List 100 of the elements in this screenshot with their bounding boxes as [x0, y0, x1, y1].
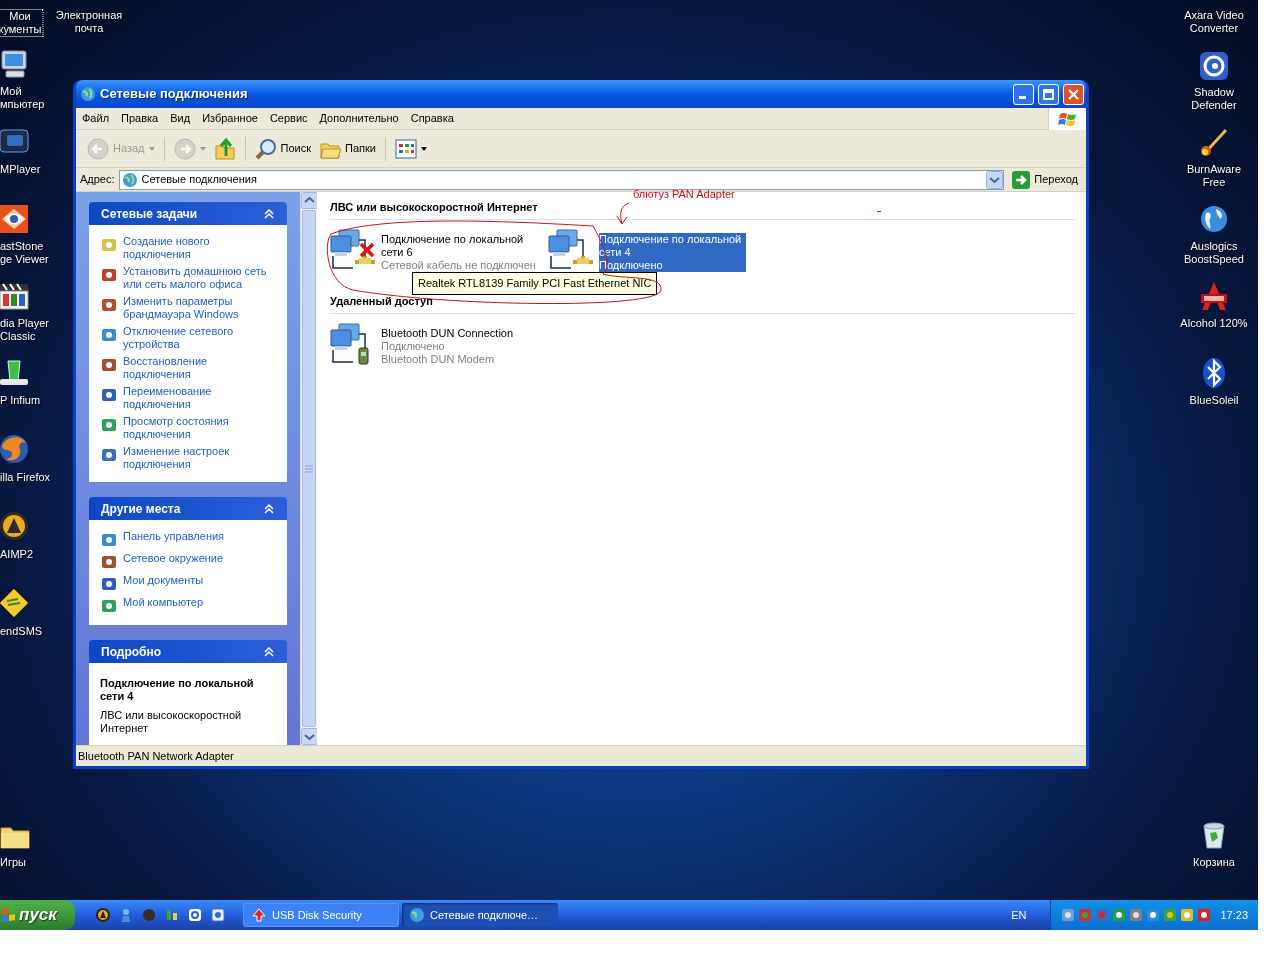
ball-icon[interactable]	[141, 907, 157, 923]
task-link[interactable]: Сетевое окружение	[123, 552, 224, 565]
task-link[interactable]: Создание нового подключения	[123, 235, 275, 261]
address-field[interactable]: Сетевые подключения	[118, 169, 1005, 190]
status-bar-text: Bluetooth PAN Network Adapter	[78, 748, 234, 764]
panel-header[interactable]: Подробно	[89, 640, 287, 663]
task-icon	[101, 447, 117, 463]
view-grid-icon	[394, 137, 417, 160]
group-heading: ЛВС или высокоскоростной Интернет	[330, 201, 538, 213]
triangle-circle-icon[interactable]	[0, 510, 30, 542]
network-icon	[409, 907, 425, 923]
search-icon	[254, 137, 277, 160]
icon-label[interactable]: dia Player Classic	[0, 317, 49, 343]
tray-icon[interactable]	[1146, 908, 1161, 922]
task-icon	[101, 554, 117, 570]
icon-label[interactable]: Alcohol 120%	[1180, 317, 1248, 330]
menu-item[interactable]: Правка	[115, 110, 165, 127]
task-link[interactable]: Изменение настроек подключения	[123, 445, 275, 471]
connection-label[interactable]: Подключение по локальной сети 6 Сетевой кабель не подключен	[381, 233, 541, 272]
details-name: Подключение по локальной сети 4	[100, 677, 255, 703]
folders-button[interactable]: Папки	[316, 133, 379, 164]
close-button[interactable]	[1063, 83, 1084, 105]
network-connection-icon[interactable]	[329, 228, 377, 272]
search-button[interactable]: Поиск	[251, 133, 314, 164]
tray-icon[interactable]	[1112, 908, 1127, 922]
icon-label[interactable]: Мои кументы	[0, 9, 44, 37]
task-link[interactable]: Мой компьютер	[123, 596, 204, 609]
taskbar-button[interactable]: USB Disk Security	[243, 903, 399, 927]
panel-header[interactable]: Другие места	[89, 497, 287, 520]
panel-header[interactable]: Сетевые задачи	[89, 202, 287, 225]
task-link[interactable]: Мои документы	[123, 574, 204, 587]
icon-label[interactable]: Корзина	[1193, 856, 1235, 869]
icon-label[interactable]: Axara Video Converter	[1184, 9, 1244, 35]
task-icon	[101, 327, 117, 343]
computer-icon[interactable]	[0, 48, 30, 80]
network-icon	[121, 171, 138, 188]
icon-label[interactable]: Auslogics BoostSpeed	[1184, 240, 1244, 266]
icon-label[interactable]: Shadow Defender	[1191, 86, 1237, 112]
icon-label[interactable]: astStone ge Viewer	[0, 240, 49, 266]
caret-icon	[199, 146, 206, 151]
menu-item[interactable]: Справка	[404, 110, 460, 127]
clock: 17:23	[1220, 907, 1248, 923]
go-button[interactable]: Переход	[1008, 170, 1082, 189]
icon-label[interactable]: BlueSoleil	[1189, 394, 1239, 407]
letter-a-icon[interactable]	[1198, 280, 1230, 312]
fox-globe-icon[interactable]	[0, 433, 30, 465]
minimize-button[interactable]	[1013, 83, 1034, 105]
maximize-button[interactable]	[1038, 83, 1059, 105]
menu-item[interactable]: Сервис	[263, 110, 314, 127]
annotation-text: блютуз PAN Adapter	[633, 187, 735, 202]
task-link[interactable]: Просмотр состояния подключения	[123, 415, 275, 441]
task-link[interactable]: Панель управления	[123, 530, 225, 543]
menu-item[interactable]: Файл	[76, 110, 116, 127]
taskbar-button[interactable]: Сетевые подключе…	[402, 903, 558, 927]
triangle-circle-icon[interactable]	[95, 907, 111, 923]
connection-label[interactable]: Bluetooth DUN Connection Подключено Bluetooth DUN Modem	[381, 327, 541, 366]
icon-label[interactable]: endSMS	[0, 625, 43, 638]
task-link[interactable]: Изменить параметры брандмауэра Windows	[123, 295, 275, 321]
icon-label[interactable]: MPlayer	[0, 163, 41, 176]
collapse-icon[interactable]	[263, 646, 275, 657]
start-button[interactable]: пуск	[0, 900, 75, 930]
task-link[interactable]: Восстановление подключения	[123, 355, 275, 381]
caret-icon	[420, 146, 427, 151]
icon-label[interactable]: illa Firefox	[0, 471, 51, 484]
menu-item[interactable]: Вид	[164, 110, 197, 127]
network-connection-icon[interactable]	[547, 228, 595, 272]
scroll-thumb[interactable]	[302, 210, 316, 727]
menu-item[interactable]: Дополнительно	[313, 110, 405, 127]
globe-icon[interactable]	[1198, 203, 1230, 235]
tray-icon[interactable]	[1197, 908, 1212, 922]
group-heading: Удаленный доступ	[330, 295, 433, 307]
connection-label[interactable]: Подключение по локальной сети 4 Подключено	[599, 233, 746, 272]
eye-icon[interactable]	[0, 203, 30, 235]
language-indicator[interactable]: EN	[1011, 906, 1027, 924]
task-link[interactable]: Установить домашнюю сеть или сеть малого офиса	[123, 265, 275, 291]
tray-icon[interactable]	[1180, 908, 1195, 922]
icon-label[interactable]: P Infium	[0, 394, 41, 407]
scroll-up-icon[interactable]	[301, 192, 318, 209]
folder-up-icon	[213, 137, 236, 160]
task-link[interactable]: Отключение сетевого устройства	[123, 325, 275, 351]
dropdown-icon[interactable]	[986, 170, 1004, 189]
collapse-icon[interactable]	[263, 208, 275, 219]
icon-label[interactable]: BurnAware Free	[1186, 163, 1242, 189]
icon-label[interactable]: Электронная почта	[55, 9, 123, 35]
icon-label[interactable]: Мой мпьютер	[0, 85, 45, 111]
icon-label[interactable]: Игры	[0, 856, 26, 869]
task-icon	[101, 237, 117, 253]
match-icon[interactable]	[1198, 126, 1230, 158]
address-label: Адрес:	[80, 172, 115, 188]
scrollbar[interactable]	[300, 192, 317, 745]
tray-icon[interactable]	[1163, 908, 1178, 922]
collapse-icon[interactable]	[263, 503, 275, 514]
menu-item[interactable]: Избранное	[196, 110, 264, 127]
tray-icon[interactable]	[1129, 908, 1144, 922]
scroll-down-icon[interactable]	[301, 728, 318, 745]
task-icon	[101, 532, 117, 548]
icon-label[interactable]: AIMP2	[0, 548, 33, 561]
task-link[interactable]: Переименование подключения	[123, 385, 275, 411]
tray-icon[interactable]	[1061, 908, 1076, 922]
task-icon	[101, 267, 117, 283]
